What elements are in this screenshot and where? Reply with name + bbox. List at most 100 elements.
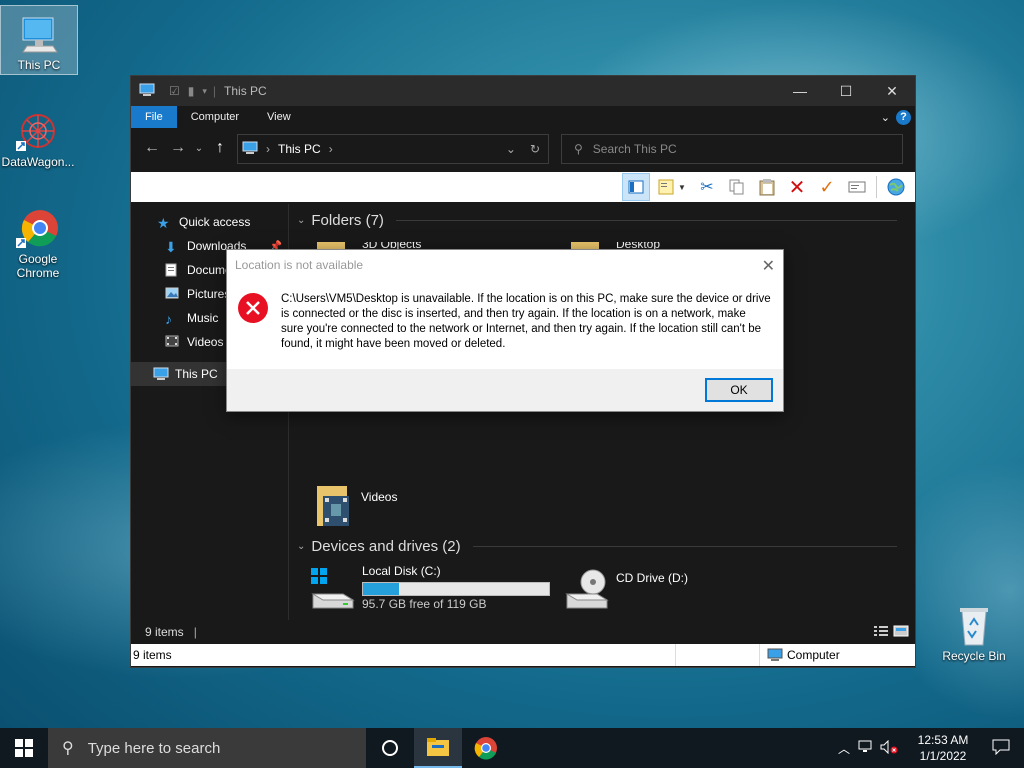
address-bar[interactable]: › This PC › ⌄ ↻ bbox=[237, 134, 549, 164]
nav-quick-access[interactable]: ★ Quick access bbox=[131, 210, 288, 234]
nav-label: Videos bbox=[187, 335, 224, 349]
folders-group-header[interactable]: ⌄ Folders (7) bbox=[297, 212, 897, 229]
footer-divider bbox=[675, 644, 676, 666]
title-separator: | bbox=[212, 84, 217, 98]
status-separator: | bbox=[193, 625, 197, 639]
back-button[interactable]: ← bbox=[139, 139, 165, 157]
computer-icon bbox=[767, 648, 783, 665]
refresh-icon[interactable]: ↻ bbox=[530, 142, 540, 156]
desktop-icon-this-pc[interactable]: This PC bbox=[0, 5, 78, 75]
nav-label: This PC bbox=[175, 367, 218, 381]
window-title: This PC bbox=[224, 84, 267, 98]
cd-drive-icon bbox=[565, 569, 609, 609]
folder-item-videos[interactable]: Videos bbox=[315, 486, 535, 530]
nav-label: Quick access bbox=[179, 215, 251, 229]
properties-icon[interactable]: ☑ bbox=[169, 84, 180, 98]
search-box[interactable]: ⚲ Search This PC bbox=[561, 134, 903, 164]
close-button[interactable]: ✕ bbox=[869, 76, 915, 106]
error-icon bbox=[237, 292, 269, 370]
up-button[interactable]: ↑ bbox=[207, 139, 233, 157]
datawagon-icon bbox=[16, 109, 60, 153]
start-button[interactable] bbox=[0, 728, 48, 768]
search-icon: ⚲ bbox=[62, 740, 74, 757]
network-icon[interactable] bbox=[858, 740, 874, 757]
customize-quick-access-icon[interactable]: ▾ bbox=[202, 86, 207, 97]
details-view-icon[interactable] bbox=[873, 625, 889, 640]
task-view-button[interactable] bbox=[366, 728, 414, 768]
footer-location: Computer bbox=[787, 648, 840, 662]
pictures-icon bbox=[165, 287, 181, 301]
clock-date: 1/1/2022 bbox=[919, 749, 967, 763]
paste-icon[interactable] bbox=[754, 174, 780, 200]
drive-usage-bar bbox=[362, 582, 550, 596]
drive-usage-fill bbox=[363, 583, 400, 595]
drive-item-c[interactable]: Local Disk (C:) 95.7 GB free of 119 GB bbox=[309, 564, 559, 612]
devices-group-header[interactable]: ⌄ Devices and drives (2) bbox=[297, 538, 897, 555]
desktop-icon-recycle-bin[interactable]: Recycle Bin bbox=[936, 597, 1012, 663]
group-title: Devices and drives (2) bbox=[311, 538, 461, 555]
dialog-title: Location is not available bbox=[235, 258, 364, 272]
ribbon-expand-icon[interactable]: ⌄ bbox=[875, 106, 896, 128]
tab-file[interactable]: File bbox=[131, 106, 177, 128]
system-tray: ︿ 12:53 AM 1/1/2022 bbox=[838, 728, 1024, 768]
show-hidden-icons-icon[interactable]: ︿ bbox=[838, 740, 850, 757]
taskbar-file-explorer[interactable] bbox=[414, 728, 462, 768]
error-dialog: Location is not available ✕ C:\Users\VM5… bbox=[226, 249, 784, 412]
delete-icon[interactable]: ✕ bbox=[784, 174, 810, 200]
dialog-footer: OK bbox=[227, 369, 783, 411]
group-divider bbox=[395, 220, 897, 221]
title-bar: ☑ ▮ ▾ | This PC — ☐ ✕ bbox=[131, 76, 915, 106]
help-icon[interactable]: ? bbox=[896, 106, 915, 128]
minimize-button[interactable]: — bbox=[777, 76, 823, 106]
windows-icon bbox=[15, 739, 33, 757]
new-folder-icon[interactable]: ▮ bbox=[188, 84, 195, 98]
notification-icon[interactable] bbox=[992, 739, 1010, 758]
computer-icon bbox=[139, 83, 155, 100]
globe-icon[interactable] bbox=[883, 174, 909, 200]
maximize-button[interactable]: ☐ bbox=[823, 76, 869, 106]
tab-computer[interactable]: Computer bbox=[177, 106, 253, 128]
taskbar-search-placeholder: Type here to search bbox=[87, 739, 221, 757]
forward-button[interactable]: → bbox=[165, 139, 191, 157]
collapse-chevron-icon: ⌄ bbox=[297, 215, 306, 226]
tab-view[interactable]: View bbox=[253, 106, 305, 128]
computer-icon bbox=[153, 367, 169, 381]
checkmark-icon[interactable]: ✓ bbox=[814, 174, 840, 200]
legacy-toolbar: ▼ ✂ ✕ ✓ bbox=[131, 172, 915, 202]
download-icon: ⬇ bbox=[165, 239, 177, 255]
address-dropdown-icon[interactable]: ⌄ bbox=[506, 142, 516, 156]
folder-icon bbox=[427, 738, 449, 756]
preview-pane-icon[interactable] bbox=[622, 173, 650, 201]
recycle-bin-icon bbox=[952, 603, 996, 647]
breadcrumb-chevron-icon[interactable]: › bbox=[329, 142, 333, 156]
cut-icon[interactable]: ✂ bbox=[694, 174, 720, 200]
desktop-icon-label: DataWagon... bbox=[1, 155, 75, 169]
footer-item-count: 9 items bbox=[133, 648, 172, 662]
breadcrumb-this-pc[interactable]: This PC bbox=[278, 142, 321, 156]
computer-icon bbox=[242, 141, 258, 158]
videos-folder-icon bbox=[317, 486, 349, 526]
desktop-icon-datawagon[interactable]: DataWagon... bbox=[0, 103, 76, 169]
clock[interactable]: 12:53 AM 1/1/2022 bbox=[908, 732, 978, 764]
recent-locations-icon[interactable]: ⌄ bbox=[191, 143, 207, 154]
dialog-message: C:\Users\VM5\Desktop is unavailable. If … bbox=[281, 293, 771, 350]
ok-button[interactable]: OK bbox=[705, 378, 773, 402]
desktop-icon-chrome[interactable]: Google Chrome bbox=[0, 200, 76, 280]
nav-label: Pictures bbox=[187, 287, 231, 301]
drive-item-d[interactable]: CD Drive (D:) bbox=[563, 564, 813, 612]
close-icon[interactable]: ✕ bbox=[762, 256, 775, 276]
group-divider bbox=[472, 546, 897, 547]
large-icons-view-icon[interactable] bbox=[893, 625, 909, 640]
drive-free-space: 95.7 GB free of 119 GB bbox=[362, 597, 487, 611]
search-placeholder: Search This PC bbox=[592, 142, 677, 156]
volume-muted-icon[interactable] bbox=[880, 739, 898, 757]
taskbar-search[interactable]: ⚲ Type here to search bbox=[48, 728, 366, 768]
taskbar-chrome[interactable] bbox=[462, 728, 510, 768]
footer-divider bbox=[759, 644, 760, 666]
toolbar-divider bbox=[876, 176, 877, 198]
views-icon[interactable]: ▼ bbox=[654, 174, 690, 200]
properties-icon[interactable] bbox=[844, 174, 870, 200]
hard-drive-icon bbox=[311, 568, 355, 609]
copy-icon[interactable] bbox=[724, 174, 750, 200]
search-icon: ⚲ bbox=[574, 142, 583, 156]
